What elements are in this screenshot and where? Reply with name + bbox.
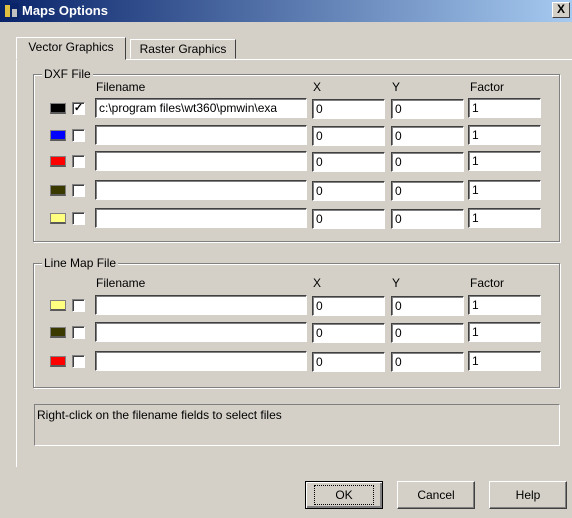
dxf-factor-field[interactable]: 1 xyxy=(468,125,541,145)
close-icon: X xyxy=(556,2,565,16)
dxf-y-field[interactable]: 0 xyxy=(391,209,464,229)
linemap-factor-field[interactable]: 1 xyxy=(468,295,541,315)
dxf-x-field[interactable]: 0 xyxy=(312,126,385,146)
dxf-color-swatch[interactable] xyxy=(50,103,66,114)
status-hint-text: Right-click on the filename fields to se… xyxy=(37,408,282,422)
dxf-filename-field[interactable] xyxy=(95,125,307,145)
dxf-color-swatch[interactable] xyxy=(50,185,66,196)
dxf-header-factor: Factor xyxy=(470,80,505,94)
help-label: Help xyxy=(515,488,541,502)
linemap-header-x: X xyxy=(313,276,322,290)
tab-raster-graphics[interactable]: Raster Graphics xyxy=(130,39,236,59)
linemap-color-swatch[interactable] xyxy=(50,327,66,338)
dxf-y-field[interactable]: 0 xyxy=(391,126,464,146)
dxf-factor-field[interactable]: 1 xyxy=(468,208,541,228)
dxf-x-field[interactable]: 0 xyxy=(312,181,385,201)
dxf-header-x: X xyxy=(313,80,322,94)
linemap-enable-checkbox[interactable] xyxy=(72,299,85,312)
dxf-factor-field[interactable]: 1 xyxy=(468,98,541,118)
maps-options-dialog: Maps Options X Vector Graphics Raster Gr… xyxy=(0,0,572,518)
dxf-group-label: DXF File xyxy=(42,67,93,81)
linemap-y-field[interactable]: 0 xyxy=(391,323,464,343)
dxf-color-swatch[interactable] xyxy=(50,213,66,224)
tab-vector-graphics[interactable]: Vector Graphics xyxy=(16,37,126,60)
linemap-color-swatch[interactable] xyxy=(50,300,66,311)
dxf-filename-field[interactable] xyxy=(95,151,307,171)
status-hint-box: Right-click on the filename fields to se… xyxy=(34,404,560,446)
close-button[interactable]: X xyxy=(552,2,570,18)
dxf-filename-field[interactable] xyxy=(95,208,307,228)
linemap-factor-field[interactable]: 1 xyxy=(468,351,541,371)
dxf-color-swatch[interactable] xyxy=(50,156,66,167)
dxf-enable-checkbox[interactable] xyxy=(72,129,85,142)
dxf-y-field[interactable]: 0 xyxy=(391,99,464,119)
dxf-x-field[interactable]: 0 xyxy=(312,99,385,119)
linemap-filename-field[interactable] xyxy=(95,295,307,315)
linemap-x-field[interactable]: 0 xyxy=(312,352,385,372)
dxf-enable-checkbox[interactable] xyxy=(72,212,85,225)
dxf-x-field[interactable]: 0 xyxy=(312,152,385,172)
linemap-header-y: Y xyxy=(392,276,401,290)
linemap-y-field[interactable]: 0 xyxy=(391,352,464,372)
window-title: Maps Options xyxy=(22,3,108,18)
tab-label: Vector Graphics xyxy=(28,40,114,54)
linemap-x-field[interactable]: 0 xyxy=(312,323,385,343)
help-button[interactable]: Help xyxy=(489,481,567,509)
dxf-filename-field[interactable] xyxy=(95,180,307,200)
linemap-x-field[interactable]: 0 xyxy=(312,296,385,316)
linemap-header-filename: Filename xyxy=(96,276,146,290)
tab-label: Raster Graphics xyxy=(139,42,227,56)
dxf-factor-field[interactable]: 1 xyxy=(468,180,541,200)
dxf-y-field[interactable]: 0 xyxy=(391,181,464,201)
dxf-enable-checkbox[interactable]: ✓ xyxy=(72,102,85,115)
dxf-factor-field[interactable]: 1 xyxy=(468,151,541,171)
dxf-y-field[interactable]: 0 xyxy=(391,152,464,172)
dxf-x-field[interactable]: 0 xyxy=(312,209,385,229)
title-bar[interactable]: Maps Options X xyxy=(0,0,572,22)
app-icon xyxy=(3,3,19,19)
dxf-color-swatch[interactable] xyxy=(50,130,66,141)
dxf-enable-checkbox[interactable] xyxy=(72,184,85,197)
linemap-y-field[interactable]: 0 xyxy=(391,296,464,316)
cancel-label: Cancel xyxy=(417,488,455,502)
dxf-header-filename: Filename xyxy=(96,80,146,94)
checkmark-icon: ✓ xyxy=(73,102,84,114)
ok-button[interactable]: OK xyxy=(305,481,383,509)
cancel-button[interactable]: Cancel xyxy=(397,481,475,509)
dxf-enable-checkbox[interactable] xyxy=(72,155,85,168)
linemap-factor-field[interactable]: 1 xyxy=(468,322,541,342)
dxf-header-y: Y xyxy=(392,80,401,94)
linemap-filename-field[interactable] xyxy=(95,351,307,371)
linemap-color-swatch[interactable] xyxy=(50,356,66,367)
dxf-filename-field[interactable]: c:\program files\wt360\pmwin\exa xyxy=(95,98,307,118)
line-map-group-label: Line Map File xyxy=(42,256,119,270)
ok-label: OK xyxy=(314,485,374,505)
linemap-enable-checkbox[interactable] xyxy=(72,355,85,368)
linemap-filename-field[interactable] xyxy=(95,322,307,342)
linemap-enable-checkbox[interactable] xyxy=(72,326,85,339)
linemap-header-factor: Factor xyxy=(470,276,505,290)
